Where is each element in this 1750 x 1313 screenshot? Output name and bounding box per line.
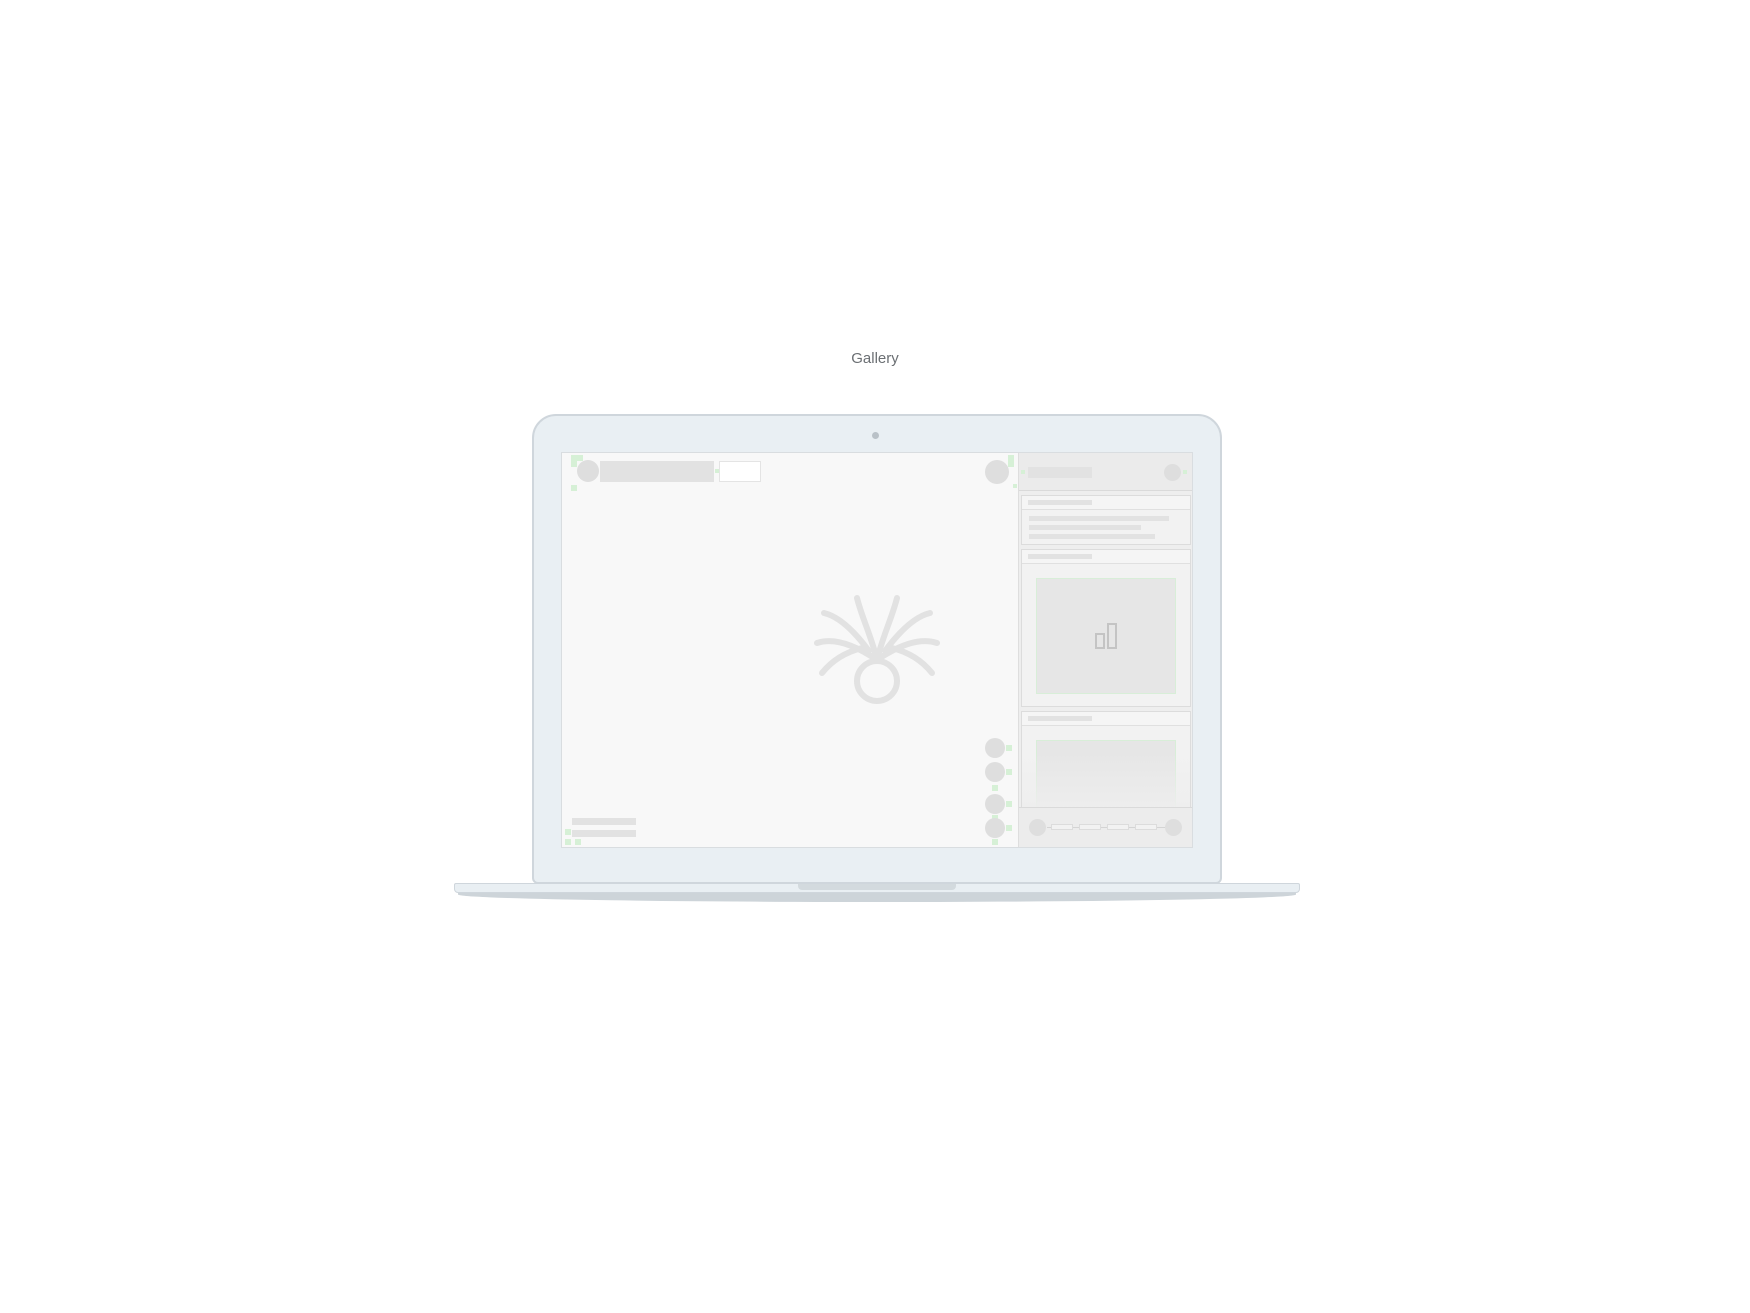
- laptop-camera: [872, 432, 879, 439]
- side-panel: [1018, 453, 1192, 847]
- previous-button[interactable]: [1029, 819, 1046, 836]
- handle-marker: [1006, 769, 1012, 775]
- text-line: [1029, 525, 1141, 530]
- main-canvas: [562, 453, 1018, 847]
- handle-marker: [565, 839, 571, 845]
- handle-marker: [571, 485, 577, 491]
- search-bar[interactable]: [600, 461, 714, 482]
- pager-step[interactable]: [1107, 824, 1129, 830]
- pager-step[interactable]: [1135, 824, 1157, 830]
- card-header: [1022, 550, 1190, 564]
- handle-marker: [1006, 801, 1012, 807]
- card-title-placeholder: [1028, 716, 1092, 721]
- chart-card[interactable]: [1021, 711, 1191, 847]
- handle-marker: [577, 455, 583, 461]
- handle-marker: [571, 461, 577, 467]
- panel-header: [1019, 453, 1192, 491]
- laptop-base-notch: [798, 884, 956, 890]
- pager-step[interactable]: [1079, 824, 1101, 830]
- caption-line: [572, 830, 636, 837]
- avatar[interactable]: [577, 460, 599, 482]
- action-button[interactable]: [719, 461, 761, 482]
- page-title: Gallery: [851, 350, 899, 367]
- menu-button[interactable]: [985, 460, 1009, 484]
- handle-marker: [1021, 470, 1025, 474]
- handle-marker: [1013, 484, 1017, 488]
- text-card[interactable]: [1021, 495, 1191, 545]
- panel-avatar[interactable]: [1164, 464, 1181, 481]
- handle-marker: [992, 839, 998, 845]
- laptop-screen: [561, 452, 1193, 848]
- caption-line: [572, 818, 636, 825]
- handle-marker: [565, 829, 571, 835]
- handle-marker: [992, 785, 998, 791]
- text-line: [1029, 534, 1155, 539]
- pager-step[interactable]: [1051, 824, 1073, 830]
- panel-footer: [1019, 807, 1192, 847]
- chart-placeholder[interactable]: [1036, 578, 1176, 694]
- fullscreen-button[interactable]: [985, 818, 1005, 838]
- text-line: [1029, 516, 1169, 521]
- scroll-fade: [1022, 752, 1190, 812]
- chart-card[interactable]: [1021, 549, 1191, 707]
- card-header: [1022, 496, 1190, 510]
- bar-chart-icon: [1095, 623, 1117, 649]
- zoom-in-button[interactable]: [985, 738, 1005, 758]
- laptop-base-shadow: [458, 893, 1296, 902]
- next-button[interactable]: [1165, 819, 1182, 836]
- card-title-placeholder: [1028, 500, 1092, 505]
- handle-marker: [1006, 825, 1012, 831]
- handle-marker: [1006, 745, 1012, 751]
- handle-marker: [1183, 470, 1187, 474]
- card-header: [1022, 712, 1190, 726]
- fit-view-button[interactable]: [985, 794, 1005, 814]
- tree-roots-logo-icon: [814, 595, 940, 704]
- handle-marker: [575, 839, 581, 845]
- handle-marker: [1008, 461, 1014, 467]
- card-title-placeholder: [1028, 554, 1092, 559]
- zoom-out-button[interactable]: [985, 762, 1005, 782]
- panel-title-placeholder: [1028, 467, 1092, 478]
